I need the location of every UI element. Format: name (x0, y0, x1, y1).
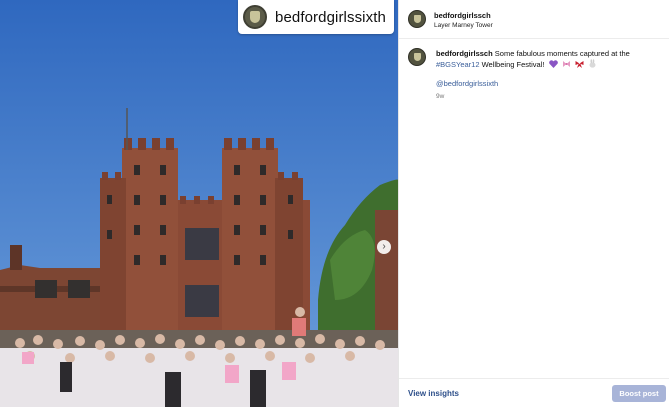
view-insights-link[interactable]: View insights (408, 389, 459, 398)
crest-icon (413, 15, 421, 23)
caption-username[interactable]: bedfordgirlssch (436, 49, 493, 58)
post-details-panel: bedfordgirlssch Layer Marney Tower bedfo… (398, 0, 669, 407)
instagram-post: bedfordgirlssixth › bedfordgirlssch Laye… (0, 0, 669, 407)
ribbon-emoji-icon (575, 60, 584, 71)
mention-link[interactable]: @bedfordgirlssixth (436, 79, 498, 88)
caption-avatar[interactable] (408, 48, 426, 66)
post-footer: View insights Boost post (399, 378, 669, 408)
caption: bedfordgirlssch Some fabulous moments ca… (436, 48, 662, 71)
rabbit-emoji-icon (588, 59, 597, 71)
hashtag-link[interactable]: #BGSYear12 (436, 60, 480, 69)
crest-icon (413, 53, 421, 61)
tagged-account-name: bedfordgirlssixth (275, 8, 386, 26)
tagged-account-chip[interactable]: bedfordgirlssixth (238, 0, 394, 34)
header-username[interactable]: bedfordgirlssch (434, 11, 491, 20)
heart-emoji-icon (548, 59, 558, 71)
post-photo[interactable]: bedfordgirlssixth › (0, 0, 398, 407)
location-label[interactable]: Layer Marney Tower (434, 22, 493, 29)
post-header: bedfordgirlssch Layer Marney Tower (399, 0, 669, 39)
boost-post-button[interactable]: Boost post (612, 385, 666, 402)
avatar[interactable] (408, 10, 426, 28)
caption-text-end: Wellbeing Festival! (481, 60, 545, 69)
post-timestamp[interactable]: 9w (436, 93, 444, 100)
bow-emoji-icon (562, 60, 571, 71)
tower-group-photo (0, 0, 398, 407)
caption-text: Some fabulous moments captured at the (494, 49, 630, 58)
tagged-avatar (243, 5, 267, 29)
chevron-right-icon[interactable]: › (377, 240, 391, 254)
crest-icon (250, 11, 260, 23)
